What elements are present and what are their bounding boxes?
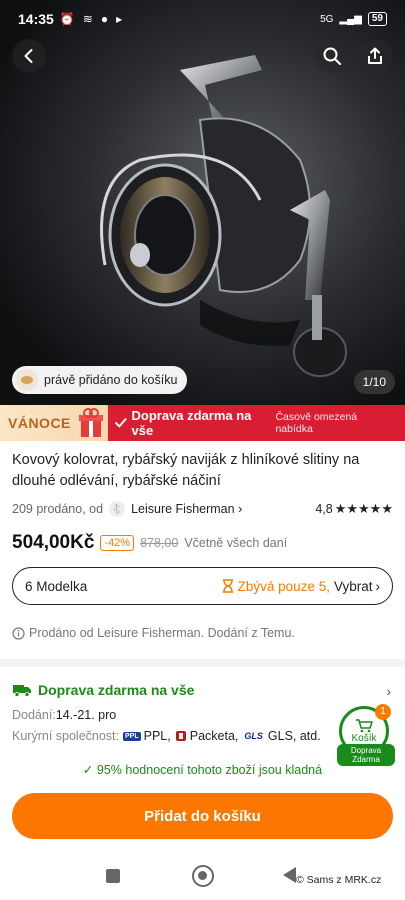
store-name: Leisure Fisherman xyxy=(131,502,235,516)
xmas-label-area: VÁNOCE xyxy=(0,405,108,441)
status-icons: ⏰ ≋ ● ▸ xyxy=(60,12,122,26)
variant-label: 6 Modelka xyxy=(25,578,88,594)
star-rating-icon: ★★★★★ xyxy=(334,501,393,516)
sold-count-row: 209 prodáno, od 🐇 Leisure Fisherman › 4,… xyxy=(12,499,393,519)
alarm-icon: ⏰ xyxy=(59,12,75,26)
chevron-left-icon xyxy=(24,49,33,63)
promo-banner[interactable]: VÁNOCE Doprava zdarma na vše Časově omez… xyxy=(0,405,405,441)
chevron-right-icon: › xyxy=(375,578,381,594)
product-title: Kovový kolovrat, rybářský naviják z hlin… xyxy=(12,452,360,489)
sold-by-note: Prodáno od Leisure Fisherman. Dodání z T… xyxy=(12,626,295,640)
info-icon xyxy=(12,626,25,640)
original-price: 878,00 xyxy=(140,536,179,550)
cart-free-line-1: Doprava xyxy=(350,746,382,755)
status-time: 14:35 xyxy=(18,11,54,27)
shipping-section-title[interactable]: Doprava zdarma na vše xyxy=(12,682,194,698)
play-icon: ▸ xyxy=(116,12,123,26)
shipping-title-text: Doprava zdarma na vše xyxy=(38,682,195,698)
variant-selector[interactable]: 6 Modelka Zbývá pouze 5, Vybrat › xyxy=(12,567,393,605)
signal-icon: ▂▄▆ xyxy=(339,13,362,25)
cart-count-badge: 1 xyxy=(375,704,391,720)
chevron-right-icon: › xyxy=(238,502,243,516)
carriers-label: Kurýrní společnost: xyxy=(12,729,119,743)
check-icon: ✓ xyxy=(82,763,94,777)
cart-icon xyxy=(356,718,373,732)
delivery-time: Dodání:14.-21. pro xyxy=(12,708,116,722)
choose-label: Vybrat xyxy=(333,578,373,594)
discount-badge: -42% xyxy=(100,535,135,551)
xmas-label: VÁNOCE xyxy=(8,415,71,431)
share-icon xyxy=(368,47,382,64)
carriers-row: Kurýrní společnost: PPL PPL, Packeta, GL… xyxy=(12,729,321,743)
check-icon xyxy=(114,418,127,428)
carrier-gls-name: GLS, atd. xyxy=(267,729,321,743)
dot-icon: ● xyxy=(100,12,109,26)
stock-warning-text: Zbývá pouze 5, xyxy=(237,578,330,594)
section-divider xyxy=(0,659,405,667)
price-row: 504,00Kč -42% 878,00 Včetně všech daní xyxy=(12,531,287,555)
item-thumbnail-icon xyxy=(21,376,33,384)
stock-warning: Zbývá pouze 5, xyxy=(222,579,330,594)
ppl-logo-icon: PPL xyxy=(123,731,141,741)
delivery-label: Dodání: xyxy=(12,708,56,722)
search-button[interactable] xyxy=(315,39,349,73)
carrier-ppl-name: PPL, xyxy=(143,729,171,743)
sold-by-text: Prodáno od Leisure Fisherman. Dodání z T… xyxy=(29,626,295,640)
cart-item-thumbnail xyxy=(16,369,38,391)
watermark: © Sams z MRK.cz xyxy=(296,874,382,886)
system-back-button[interactable] xyxy=(283,867,296,883)
network-indicator: 5G xyxy=(320,13,334,25)
recent-apps-button[interactable] xyxy=(106,869,120,883)
hourglass-icon xyxy=(222,579,233,593)
chevron-right-icon[interactable]: › xyxy=(386,683,391,699)
share-button[interactable] xyxy=(358,39,392,73)
home-button[interactable] xyxy=(192,865,214,887)
rating[interactable]: 4,8 ★★★★★ xyxy=(315,501,393,517)
battery-indicator: 59 xyxy=(367,12,387,26)
carrier-ppl: PPL PPL, xyxy=(123,729,171,743)
delivery-value: 14.-21. pro xyxy=(55,708,117,722)
cart-label: Košík xyxy=(351,732,377,744)
carrier-packeta: Packeta, xyxy=(175,729,239,743)
added-to-cart-text: právě přidáno do košíku xyxy=(44,373,178,387)
add-to-cart-button[interactable]: Přidat do košíku xyxy=(12,793,393,839)
truck-icon xyxy=(13,685,31,697)
store-logo-icon: 🐇 xyxy=(109,501,126,517)
stack-icon: ≋ xyxy=(82,12,93,26)
carrier-packeta-name: Packeta, xyxy=(189,729,239,743)
quality-note-text: 95% hodnocení tohoto zboží jsou kladná xyxy=(96,763,323,777)
carrier-gls: GLS GLS, atd. xyxy=(242,729,321,743)
sold-count-text: 209 prodáno, od xyxy=(12,502,104,516)
added-to-cart-toast[interactable]: právě přidáno do košíku xyxy=(12,366,188,394)
rating-value: 4,8 xyxy=(315,502,333,516)
current-price: 504,00Kč xyxy=(12,532,95,553)
free-shipping-banner: Doprava zdarma na vše Časově omezená nab… xyxy=(108,405,405,441)
search-icon xyxy=(323,47,341,65)
image-counter: 1/10 xyxy=(353,370,395,394)
floating-cart-button[interactable]: Košík 1 Doprava Zdarma xyxy=(337,704,395,766)
quality-note: ✓ 95% hodnocení tohoto zboží jsou kladná xyxy=(0,762,405,777)
packeta-logo-icon xyxy=(175,731,186,741)
status-bar: 14:35 ⏰ ≋ ● ▸ 5G ▂▄▆ 59 xyxy=(0,0,405,38)
tax-note: Včetně všech daní xyxy=(184,536,288,550)
store-link[interactable]: Leisure Fisherman › xyxy=(131,502,242,516)
free-shipping-text: Doprava zdarma na vše xyxy=(131,408,252,438)
back-button[interactable] xyxy=(12,39,46,73)
gift-icon xyxy=(79,408,103,437)
product-image-gallery[interactable]: 14:35 ⏰ ≋ ● ▸ 5G ▂▄▆ 59 právě přidáno do… xyxy=(0,0,405,405)
gls-logo-icon: GLS xyxy=(242,730,265,742)
limited-offer-text: Časově omezená nabídka xyxy=(275,411,358,435)
